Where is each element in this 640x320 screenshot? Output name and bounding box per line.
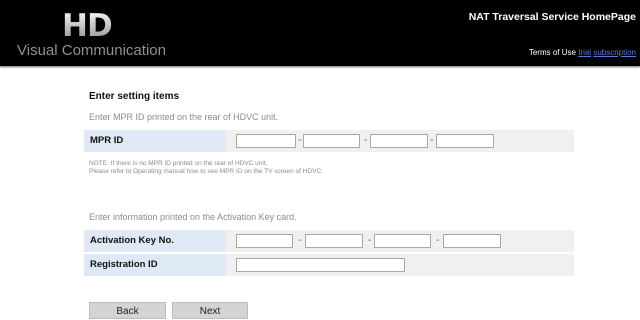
mpr-note: NOTE: If there is no MPR ID printed on t… (89, 160, 323, 176)
mpr-hint: Enter MPR ID printed on the rear of HDVC… (89, 112, 279, 122)
back-button[interactable]: Back (89, 302, 166, 319)
activation-key-label: Activation Key No. (84, 230, 226, 252)
section-title: Enter setting items (89, 91, 180, 102)
mpr-id-label: MPR ID (84, 130, 226, 152)
mpr-id-field-4[interactable] (436, 134, 494, 148)
mpr-note-line-1: NOTE: If there is no MPR ID printed on t… (89, 160, 268, 167)
trial-link[interactable]: trial (578, 48, 591, 57)
terms-of-use-text: Terms of Use (528, 48, 576, 57)
logo-subtitle: Visual Communication (17, 42, 166, 59)
activation-separator-1: - (298, 235, 302, 246)
mpr-separator-2: - (364, 135, 368, 146)
mpr-separator-1: - (298, 135, 302, 146)
activation-separator-2: - (368, 235, 372, 246)
next-button[interactable]: Next (172, 302, 248, 319)
activation-key-field-3[interactable] (374, 234, 431, 248)
site-title: NAT Traversal Service HomePage (468, 11, 636, 23)
registration-id-row: Registration ID (84, 254, 574, 276)
activation-separator-3: - (436, 235, 440, 246)
header-links: Terms of Use trial subscription (529, 48, 636, 57)
registration-id-field[interactable] (236, 258, 405, 272)
mpr-note-line-2: Please refer to Operating manual how to … (89, 168, 323, 175)
hd-logo: HD (62, 8, 113, 44)
subscription-link[interactable]: subscription (593, 48, 636, 57)
mpr-separator-3: - (430, 135, 434, 146)
mpr-id-field-3[interactable] (370, 134, 428, 148)
registration-id-label: Registration ID (84, 254, 226, 276)
activation-key-field-2[interactable] (305, 234, 363, 248)
activation-hint: Enter information printed on the Activat… (89, 212, 297, 222)
mpr-id-field-1[interactable] (236, 134, 296, 148)
mpr-id-field-2[interactable] (303, 134, 360, 148)
mpr-id-row: MPR ID - - - (84, 130, 574, 152)
activation-key-row: Activation Key No. - - - (84, 230, 574, 252)
activation-key-field-4[interactable] (443, 234, 501, 248)
activation-key-field-1[interactable] (236, 234, 293, 248)
header-bar: HD Visual Communication NAT Traversal Se… (0, 0, 640, 66)
